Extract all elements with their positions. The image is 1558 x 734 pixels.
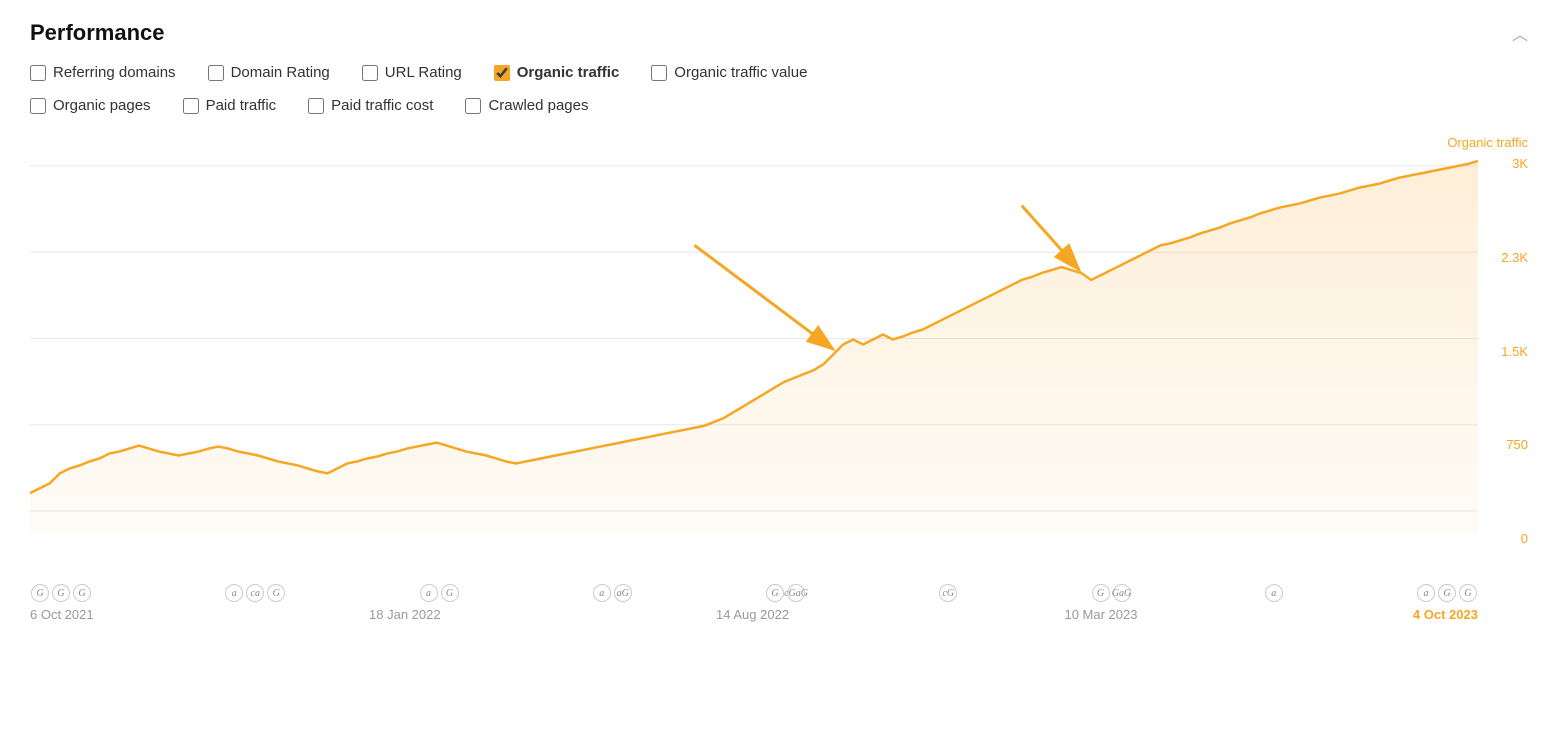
checkbox-organic-pages-input[interactable] xyxy=(30,98,46,114)
google-icon-group-4: a aG xyxy=(592,584,633,602)
google-icon: G xyxy=(1438,584,1456,602)
chart-area: 3K 2.3K 1.5K 750 0 xyxy=(30,156,1528,582)
checkbox-referring-domains-input[interactable] xyxy=(30,65,46,81)
checkbox-url-rating[interactable]: URL Rating xyxy=(362,64,462,81)
google-icon-group-5: G cGaG xyxy=(765,584,806,602)
y-tick-1.5k: 1.5K xyxy=(1501,344,1528,359)
algorithm-icon: cG xyxy=(939,584,957,602)
y-tick-2.3k: 2.3K xyxy=(1501,250,1528,265)
chart-svg xyxy=(30,156,1478,582)
google-icon: GaG xyxy=(1113,584,1131,602)
checkbox-organic-pages-label: Organic pages xyxy=(53,97,151,114)
collapse-icon[interactable]: ︿ xyxy=(1512,21,1528,45)
arrow-annotation-2 xyxy=(1022,206,1080,270)
google-icon: G xyxy=(31,584,49,602)
google-icon: G xyxy=(441,584,459,602)
checkbox-paid-traffic-label: Paid traffic xyxy=(206,97,277,114)
google-icons-row: G G G a ca G a G a aG G cGaG cG G GaG a xyxy=(30,582,1528,602)
algorithm-icon: a xyxy=(1265,584,1283,602)
checkbox-organic-traffic[interactable]: Organic traffic xyxy=(494,64,620,81)
checkboxes-row-1: Referring domains Domain Rating URL Rati… xyxy=(30,64,1528,91)
algorithm-icon: aG xyxy=(614,584,632,602)
x-tick-aug2022: 14 Aug 2022 xyxy=(716,607,789,622)
x-tick-oct2023: 4 Oct 2023 xyxy=(1413,607,1478,622)
algorithm-icon: a xyxy=(1417,584,1435,602)
google-icon: G xyxy=(267,584,285,602)
google-icon-group-1: G G G xyxy=(30,584,92,602)
y-axis: 3K 2.3K 1.5K 750 0 xyxy=(1478,156,1528,546)
google-icon: cGaG xyxy=(787,584,805,602)
checkbox-paid-traffic-cost-label: Paid traffic cost xyxy=(331,97,433,114)
x-tick-mar2023: 10 Mar 2023 xyxy=(1064,607,1137,622)
chart-area-fill xyxy=(30,161,1478,533)
checkbox-organic-pages[interactable]: Organic pages xyxy=(30,97,151,114)
chart-y-label: Organic traffic xyxy=(1447,135,1528,150)
google-icon-group-7: G GaG xyxy=(1091,584,1132,602)
x-tick-oct2021: 6 Oct 2021 xyxy=(30,607,94,622)
page-title: Performance xyxy=(30,20,165,46)
algorithm-icon: a xyxy=(420,584,438,602)
checkbox-organic-traffic-value[interactable]: Organic traffic value xyxy=(651,64,807,81)
google-icon-group-3: a G xyxy=(419,584,460,602)
checkbox-organic-traffic-value-label: Organic traffic value xyxy=(674,64,807,81)
checkbox-crawled-pages[interactable]: Crawled pages xyxy=(465,97,588,114)
google-icon: G xyxy=(1092,584,1110,602)
checkbox-crawled-pages-input[interactable] xyxy=(465,98,481,114)
checkbox-paid-traffic[interactable]: Paid traffic xyxy=(183,97,277,114)
checkbox-organic-traffic-input[interactable] xyxy=(494,65,510,81)
google-icon: G xyxy=(1459,584,1477,602)
checkbox-domain-rating-input[interactable] xyxy=(208,65,224,81)
google-icon-group-2: a ca G xyxy=(224,584,286,602)
google-icon-group-9: a G G xyxy=(1416,584,1478,602)
checkbox-referring-domains-label: Referring domains xyxy=(53,64,176,81)
checkbox-url-rating-label: URL Rating xyxy=(385,64,462,81)
y-tick-750: 750 xyxy=(1506,437,1528,452)
checkbox-domain-rating-label: Domain Rating xyxy=(231,64,330,81)
checkbox-url-rating-input[interactable] xyxy=(362,65,378,81)
y-tick-0: 0 xyxy=(1521,531,1528,546)
chart-container: Organic traffic xyxy=(30,134,1528,622)
google-icon-group-6: cG xyxy=(938,584,958,602)
x-axis: 6 Oct 2021 18 Jan 2022 14 Aug 2022 10 Ma… xyxy=(30,602,1528,622)
checkbox-paid-traffic-cost[interactable]: Paid traffic cost xyxy=(308,97,433,114)
google-icon: G xyxy=(52,584,70,602)
checkboxes-row-2: Organic pages Paid traffic Paid traffic … xyxy=(30,97,1528,124)
checkbox-organic-traffic-value-input[interactable] xyxy=(651,65,667,81)
checkbox-domain-rating[interactable]: Domain Rating xyxy=(208,64,330,81)
arrow-annotation-1 xyxy=(694,245,833,349)
checkbox-paid-traffic-cost-input[interactable] xyxy=(308,98,324,114)
google-icon: G xyxy=(766,584,784,602)
x-tick-jan2022: 18 Jan 2022 xyxy=(369,607,441,622)
google-icon-group-8: a xyxy=(1264,584,1284,602)
algorithm-icon: a xyxy=(593,584,611,602)
checkbox-organic-traffic-label: Organic traffic xyxy=(517,64,620,81)
performance-header: Performance ︿ xyxy=(30,20,1528,46)
checkbox-crawled-pages-label: Crawled pages xyxy=(488,97,588,114)
checkbox-referring-domains[interactable]: Referring domains xyxy=(30,64,176,81)
y-tick-3k: 3K xyxy=(1512,156,1528,171)
algorithm-icon: a xyxy=(225,584,243,602)
checkbox-paid-traffic-input[interactable] xyxy=(183,98,199,114)
algorithm-icon: ca xyxy=(246,584,264,602)
google-icon: G xyxy=(73,584,91,602)
